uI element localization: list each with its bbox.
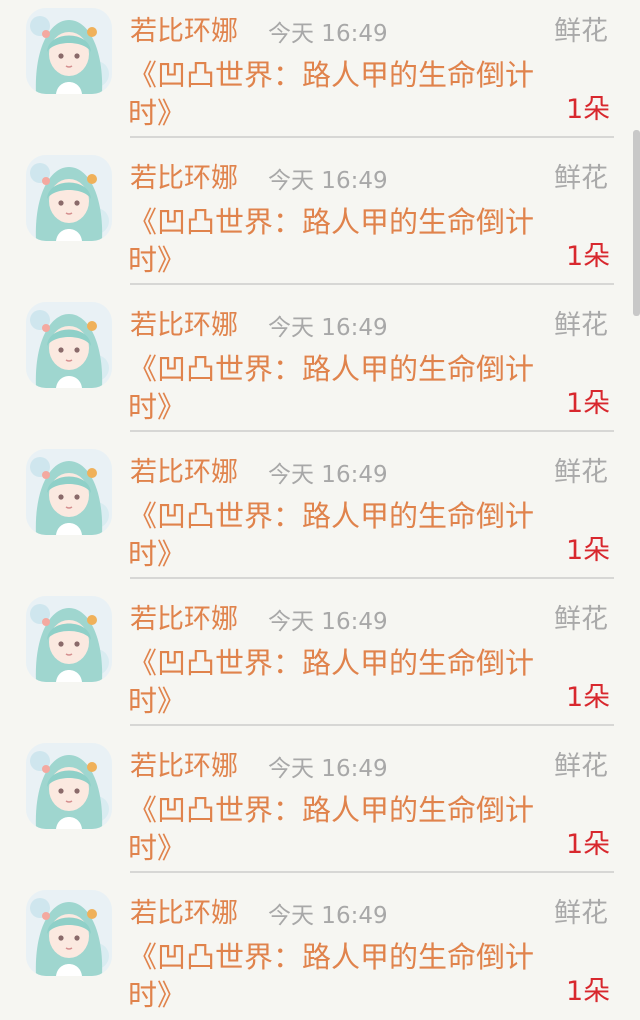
book-title[interactable]: 《凹凸世界：路人甲的生命倒计时》 [128, 938, 556, 1014]
timestamp: 今天 16:49 [268, 168, 388, 194]
sender-name[interactable]: 若比环娜 [130, 455, 238, 491]
divider [130, 136, 614, 138]
sender-name[interactable]: 若比环娜 [130, 308, 238, 344]
gift-amount: 1朵 [566, 976, 611, 1007]
gift-type: 鲜花 [554, 457, 608, 488]
gift-amount: 1朵 [566, 94, 611, 125]
timestamp: 今天 16:49 [268, 462, 388, 488]
user-avatar[interactable] [26, 596, 112, 682]
list-item[interactable]: 若比环娜 今天 16:49 鲜花 《凹凸世界：路人甲的生命倒计时》 1朵 [0, 141, 640, 287]
list-item[interactable]: 若比环娜 今天 16:49 鲜花 《凹凸世界：路人甲的生命倒计时》 1朵 [0, 582, 640, 728]
user-avatar[interactable] [26, 8, 112, 94]
list-item[interactable]: 若比环娜 今天 16:49 鲜花 《凹凸世界：路人甲的生命倒计时》 1朵 [0, 435, 640, 581]
gift-amount: 1朵 [566, 535, 611, 566]
list-item[interactable]: 若比环娜 今天 16:49 鲜花 《凹凸世界：路人甲的生命倒计时》 1朵 [0, 0, 640, 140]
book-title[interactable]: 《凹凸世界：路人甲的生命倒计时》 [128, 203, 556, 279]
scrollbar[interactable] [633, 130, 640, 316]
book-title[interactable]: 《凹凸世界：路人甲的生命倒计时》 [128, 350, 556, 426]
gift-amount: 1朵 [566, 829, 611, 860]
timestamp: 今天 16:49 [268, 609, 388, 635]
gift-record-list[interactable]: 若比环娜 今天 16:49 鲜花 《凹凸世界：路人甲的生命倒计时》 1朵 若比环… [0, 0, 640, 1020]
user-avatar[interactable] [26, 743, 112, 829]
gift-type: 鲜花 [554, 751, 608, 782]
divider [130, 430, 614, 432]
gift-type: 鲜花 [554, 310, 608, 341]
book-title[interactable]: 《凹凸世界：路人甲的生命倒计时》 [128, 56, 556, 132]
gift-amount: 1朵 [566, 682, 611, 713]
book-title[interactable]: 《凹凸世界：路人甲的生命倒计时》 [128, 791, 556, 867]
sender-name[interactable]: 若比环娜 [130, 161, 238, 197]
divider [130, 724, 614, 726]
timestamp: 今天 16:49 [268, 903, 388, 929]
timestamp: 今天 16:49 [268, 315, 388, 341]
sender-name[interactable]: 若比环娜 [130, 749, 238, 785]
gift-type: 鲜花 [554, 898, 608, 929]
list-item[interactable]: 若比环娜 今天 16:49 鲜花 《凹凸世界：路人甲的生命倒计时》 1朵 [0, 876, 640, 1020]
gift-type: 鲜花 [554, 16, 608, 47]
user-avatar[interactable] [26, 155, 112, 241]
divider [130, 283, 614, 285]
timestamp: 今天 16:49 [268, 21, 388, 47]
list-item[interactable]: 若比环娜 今天 16:49 鲜花 《凹凸世界：路人甲的生命倒计时》 1朵 [0, 729, 640, 875]
list-item[interactable]: 若比环娜 今天 16:49 鲜花 《凹凸世界：路人甲的生命倒计时》 1朵 [0, 288, 640, 434]
sender-name[interactable]: 若比环娜 [130, 896, 238, 932]
book-title[interactable]: 《凹凸世界：路人甲的生命倒计时》 [128, 644, 556, 720]
gift-type: 鲜花 [554, 604, 608, 635]
timestamp: 今天 16:49 [268, 756, 388, 782]
user-avatar[interactable] [26, 890, 112, 976]
sender-name[interactable]: 若比环娜 [130, 602, 238, 638]
sender-name[interactable]: 若比环娜 [130, 14, 238, 50]
book-title[interactable]: 《凹凸世界：路人甲的生命倒计时》 [128, 497, 556, 573]
gift-amount: 1朵 [566, 241, 611, 272]
divider [130, 871, 614, 873]
gift-type: 鲜花 [554, 163, 608, 194]
user-avatar[interactable] [26, 449, 112, 535]
gift-amount: 1朵 [566, 388, 611, 419]
user-avatar[interactable] [26, 302, 112, 388]
divider [130, 577, 614, 579]
